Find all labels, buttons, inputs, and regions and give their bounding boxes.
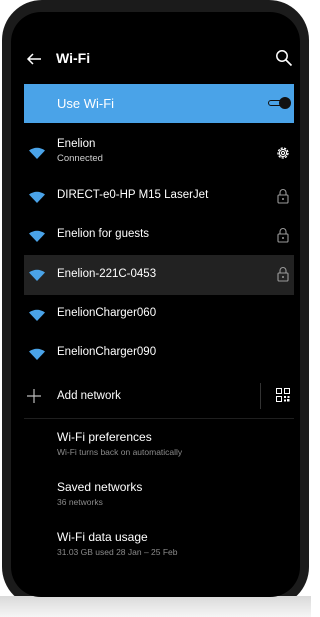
use-wifi-row[interactable]: Use Wi-Fi — [24, 84, 294, 123]
network-row-selected[interactable]: Enelion-221C-0453 — [24, 255, 294, 295]
screen: Wi-Fi Use Wi-Fi Enelion Connected DIRECT… — [11, 12, 300, 597]
wifi-icon — [29, 191, 45, 203]
wifi-icon — [29, 147, 45, 159]
search-icon[interactable] — [275, 49, 293, 67]
app-bar: Wi-Fi — [11, 49, 300, 73]
gear-icon[interactable] — [275, 145, 291, 161]
pref-title: Wi-Fi data usage — [57, 530, 148, 544]
page-title: Wi-Fi — [56, 50, 91, 66]
lock-icon — [277, 189, 289, 204]
add-network-row[interactable]: Add network — [24, 375, 294, 417]
arrow-left-icon[interactable] — [26, 51, 42, 67]
divider-vertical — [260, 383, 261, 409]
pref-title: Wi-Fi preferences — [57, 430, 152, 444]
network-name: EnelionCharger060 — [57, 307, 157, 319]
lock-icon — [277, 228, 289, 243]
pref-title: Saved networks — [57, 480, 143, 494]
wifi-icon — [29, 309, 45, 321]
use-wifi-label: Use Wi-Fi — [57, 96, 115, 111]
network-row[interactable]: EnelionCharger060 — [24, 295, 294, 334]
pref-subtitle: Wi-Fi turns back on automatically — [57, 447, 183, 457]
wifi-toggle[interactable] — [268, 96, 291, 110]
network-status: Connected — [57, 153, 103, 164]
wifi-preferences-item[interactable]: Wi-Fi preferences Wi-Fi turns back on au… — [24, 424, 294, 468]
phone-shadow — [0, 596, 311, 617]
lock-icon — [277, 267, 289, 282]
saved-networks-item[interactable]: Saved networks 36 networks — [24, 475, 294, 519]
network-row[interactable]: DIRECT-e0-HP M15 LaserJet — [24, 177, 294, 216]
wifi-icon — [29, 230, 45, 242]
network-row[interactable]: EnelionCharger090 — [24, 334, 294, 373]
network-name: Enelion-221C-0453 — [57, 268, 157, 280]
network-name: DIRECT-e0-HP M15 LaserJet — [57, 189, 209, 201]
qr-code-icon[interactable] — [276, 388, 290, 402]
network-name: Enelion for guests — [57, 228, 150, 240]
wifi-icon — [29, 348, 45, 360]
wifi-icon — [29, 269, 45, 281]
pref-subtitle: 31.03 GB used 28 Jan – 25 Feb — [57, 547, 178, 557]
add-network-label: Add network — [57, 390, 121, 402]
plus-icon — [27, 389, 41, 403]
section-divider — [24, 418, 294, 419]
network-row[interactable]: Enelion for guests — [24, 216, 294, 255]
network-name: EnelionCharger090 — [57, 346, 157, 358]
network-row-enelion[interactable]: Enelion Connected — [24, 130, 294, 176]
network-name: Enelion — [57, 138, 96, 150]
wifi-data-usage-item[interactable]: Wi-Fi data usage 31.03 GB used 28 Jan – … — [24, 525, 294, 569]
pref-subtitle: 36 networks — [57, 497, 103, 507]
